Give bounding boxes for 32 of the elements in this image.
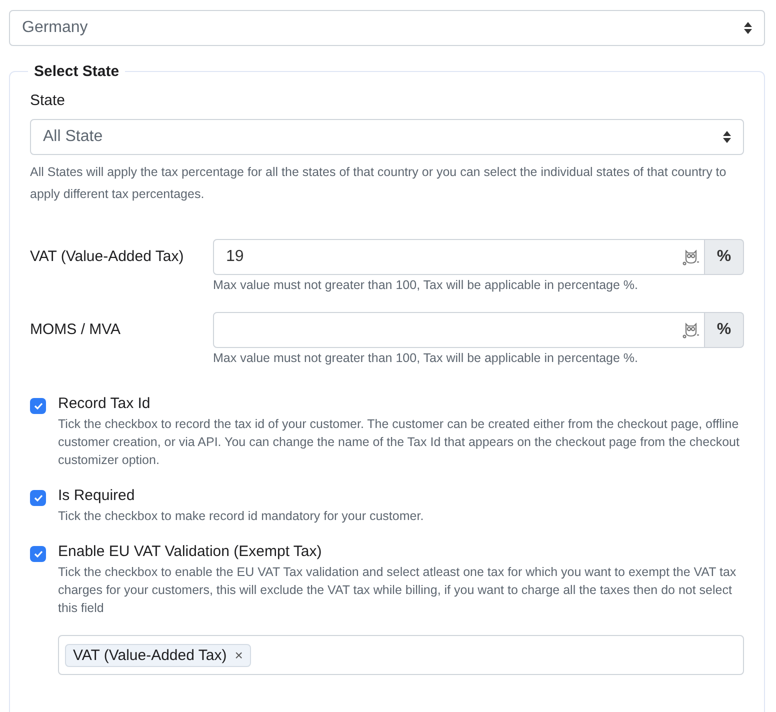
tax-input[interactable] [213, 312, 705, 348]
field-label: State [30, 92, 66, 109]
check-icon [34, 494, 42, 502]
checkbox-label: Record Tax Id [58, 395, 152, 412]
owl-icon [682, 321, 700, 339]
section-legend: Select State [28, 63, 126, 80]
tag-label: VAT (Value-Added Tax) [73, 646, 227, 664]
select-caret-icon [723, 131, 731, 143]
checkbox-label: Enable EU VAT Validation (Exempt Tax) [58, 543, 323, 560]
checkbox-description: Tick the checkbox to enable the EU VAT Tax validation and select atleast one tax for which you want to exempt the VAT tax charges for your customers, this will exclude the VAT tax while billing, if you want to charge all the taxes then do not select this field [58, 564, 738, 617]
checkbox-label: Is Required [58, 487, 136, 504]
tag-select-field[interactable]: VAT (Value-Added Tax) × [58, 635, 744, 675]
help-text: All States will apply the tax percentage for all the states of that country or you can select the individual states of that country to apply different tax percentages. [30, 164, 728, 203]
percent-addon: % [705, 239, 744, 275]
checkbox[interactable] [30, 546, 46, 562]
field-label: VAT (Value-Added Tax) [30, 247, 185, 267]
checkbox-description: Tick the checkbox to make record id mandatory for your customer. [58, 508, 425, 525]
percent-addon: % [705, 312, 744, 348]
tax-input[interactable]: 19 [213, 239, 705, 275]
owl-icon [682, 248, 700, 266]
help-text: Max value must not greater than 100, Tax will be applicable in percentage %. [213, 351, 640, 365]
remove-tag-button[interactable]: × [234, 647, 243, 663]
state-select[interactable]: All State [30, 119, 744, 155]
check-icon [34, 402, 42, 410]
field-label: MOMS / MVA [30, 320, 122, 340]
checkbox-description: Tick the checkbox to record the tax id of your customer. The customer can be created either from the checkout page, offline customer creation, or via API. You can change the name of the Tax Id that appears on the checkout page from the checkout customizer option. [58, 416, 740, 469]
check-icon [34, 550, 42, 558]
country-select[interactable]: Germany [9, 10, 765, 46]
checkbox[interactable] [30, 398, 46, 414]
checkbox[interactable] [30, 490, 46, 506]
select-caret-icon [744, 22, 752, 34]
help-text: Max value must not greater than 100, Tax will be applicable in percentage %. [213, 278, 640, 292]
